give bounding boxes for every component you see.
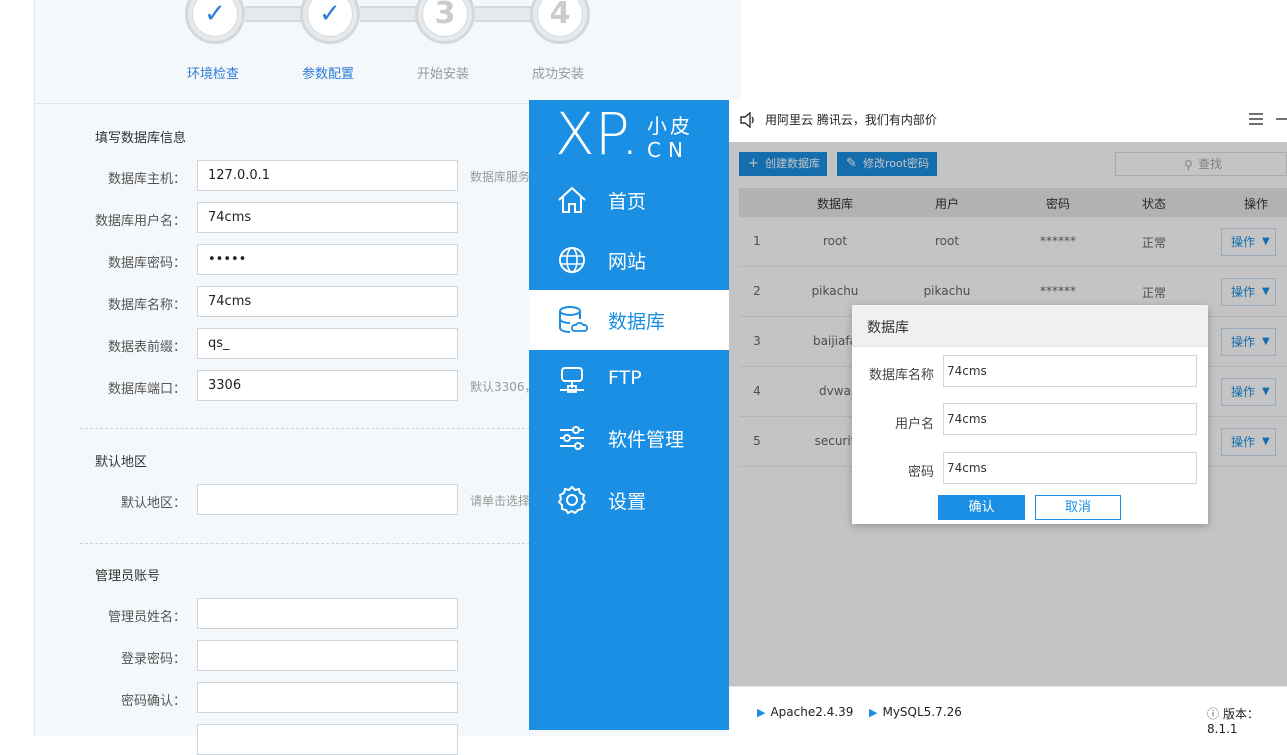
step-label-4: 成功安装 <box>531 67 584 82</box>
nav-item-database[interactable]: 数据库 <box>529 290 729 350</box>
db-name-input[interactable]: 74cms <box>197 286 458 317</box>
db-user-input[interactable]: 74cms <box>197 202 458 233</box>
divider <box>80 428 540 429</box>
confirm-button[interactable]: 确认 <box>938 495 1025 520</box>
region-label: 默认地区： <box>120 496 186 511</box>
password-field[interactable]: 74cms <box>943 452 1197 484</box>
create-database-dialog: 数据库 数据库名称 74cms 用户名 74cms 密码 74cms 确认 取消 <box>852 305 1208 524</box>
region-input[interactable] <box>197 484 458 515</box>
status-bar: ▶ Apache2.4.39 ▶ MySQL5.7.26 ⓘ 版本：8.1.1 <box>729 686 1287 736</box>
nav-item-website[interactable]: 网站 <box>529 230 729 290</box>
app-sidebar: XP. 小皮 CN 首页 网站 数据库 FTP 软件管理 设置 <box>529 100 729 730</box>
step-circle-3: 3 <box>415 0 475 44</box>
mysql-status[interactable]: ▶ MySQL5.7.26 <box>869 705 962 719</box>
db-password-input[interactable]: ••••• <box>197 244 458 275</box>
play-icon: ▶ <box>869 706 878 719</box>
db-prefix-input[interactable]: qs_ <box>197 328 458 359</box>
db-password-label: 数据库密码： <box>107 256 186 271</box>
gear-icon <box>557 485 587 515</box>
admin-confirm-input[interactable] <box>197 682 458 713</box>
promo-notice[interactable]: 用阿里云 腾讯云，我们有内部价 <box>765 111 937 128</box>
db-port-hint: 默认3306， <box>470 380 537 394</box>
apache-status[interactable]: ▶ Apache2.4.39 <box>757 705 853 719</box>
home-icon <box>558 186 586 213</box>
db-host-hint: 数据库服务 <box>470 170 531 184</box>
nav-label: 软件管理 <box>608 429 685 451</box>
minimize-icon[interactable] <box>1275 112 1287 126</box>
apache-label: Apache2.4.39 <box>770 705 854 719</box>
mysql-label: MySQL5.7.26 <box>882 705 962 719</box>
divider <box>80 543 540 544</box>
info-icon: ⓘ <box>1207 707 1220 721</box>
check-icon: ✓ <box>307 0 353 37</box>
region-hint: 请单击选择 <box>470 494 531 508</box>
db-name-field[interactable]: 74cms <box>943 355 1197 387</box>
step-number: 3 <box>422 0 468 37</box>
version-info: ⓘ 版本：8.1.1 <box>1207 705 1287 736</box>
install-steps: ✓ ✓ 3 4 环境检查 参数配置 开始安装 成功安装 <box>35 0 741 104</box>
nav-label: 数据库 <box>608 311 666 333</box>
play-icon: ▶ <box>757 706 766 719</box>
db-host-input[interactable]: 127.0.0.1 <box>197 160 458 191</box>
db-name-label: 数据库名称 <box>868 368 934 383</box>
nav-item-ftp[interactable]: FTP <box>529 350 729 410</box>
region-section-title: 默认地区 <box>95 455 148 470</box>
app-topbar: 用阿里云 腾讯云，我们有内部价 <box>729 100 1287 142</box>
username-label: 用户名 <box>894 417 934 432</box>
step-circle-4: 4 <box>530 0 590 44</box>
nav-item-home[interactable]: 首页 <box>529 170 729 230</box>
db-port-label: 数据库端口： <box>107 382 186 397</box>
globe-icon <box>559 247 585 273</box>
admin-name-input[interactable] <box>197 598 458 629</box>
db-name-label: 数据库名称： <box>107 298 186 313</box>
logo: XP. <box>555 100 640 168</box>
ftp-server-icon <box>560 367 584 393</box>
step-label-2: 参数配置 <box>301 67 354 82</box>
nav-label: 首页 <box>608 191 647 213</box>
admin-section-title: 管理员账号 <box>95 569 161 584</box>
cancel-button[interactable]: 取消 <box>1035 495 1121 520</box>
menu-icon[interactable] <box>1248 112 1264 126</box>
sliders-icon <box>560 426 584 450</box>
nav-item-software[interactable]: 软件管理 <box>529 408 729 468</box>
admin-name-label: 管理员姓名： <box>107 610 186 625</box>
nav-label: 设置 <box>608 491 647 513</box>
admin-email-input[interactable] <box>197 724 458 755</box>
dialog-header: 数据库 <box>852 305 1208 347</box>
admin-password-input[interactable] <box>197 640 458 671</box>
logo-subtitle: CN <box>647 138 690 162</box>
step-circle-1: ✓ <box>185 0 245 44</box>
admin-confirm-label: 密码确认： <box>120 694 186 709</box>
dialog-title: 数据库 <box>867 320 909 336</box>
db-section-title: 填写数据库信息 <box>95 131 187 146</box>
speaker-icon <box>740 111 754 129</box>
step-label-3: 开始安装 <box>416 67 469 82</box>
db-prefix-label: 数据表前缀： <box>107 340 186 355</box>
nav-item-settings[interactable]: 设置 <box>529 470 729 530</box>
db-user-label: 数据库用户名： <box>94 214 186 229</box>
logo-subtitle: 小皮 <box>647 114 693 138</box>
admin-password-label: 登录密码： <box>120 652 186 667</box>
nav-label: 网站 <box>608 251 647 273</box>
db-host-label: 数据库主机： <box>107 172 186 187</box>
step-label-1: 环境检查 <box>186 67 239 82</box>
step-number: 4 <box>537 0 583 37</box>
check-icon: ✓ <box>192 0 238 37</box>
db-port-input[interactable]: 3306 <box>197 370 458 401</box>
step-circle-2: ✓ <box>300 0 360 44</box>
username-field[interactable]: 74cms <box>943 403 1197 435</box>
database-icon <box>559 306 588 333</box>
nav-label: FTP <box>608 367 642 389</box>
password-label: 密码 <box>907 465 934 480</box>
